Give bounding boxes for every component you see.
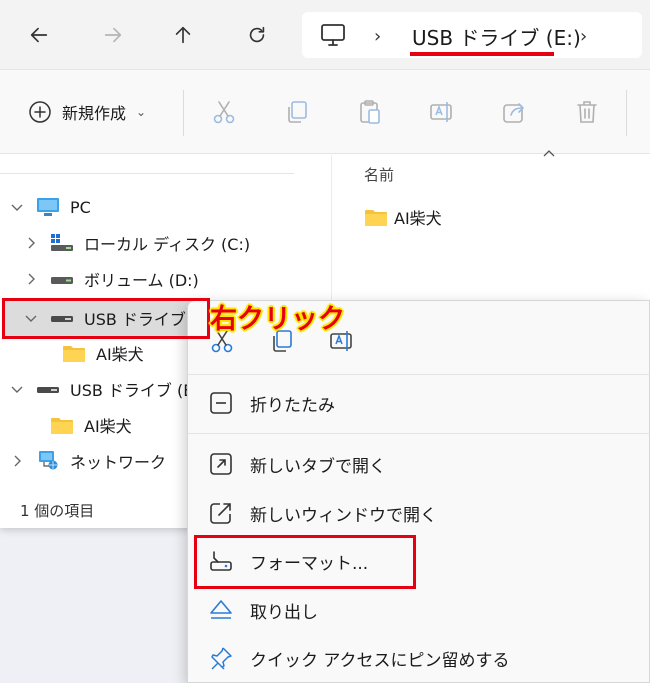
toolbar-divider-right <box>626 90 627 136</box>
folder-icon <box>365 210 387 226</box>
arrow-left-icon <box>30 27 48 43</box>
open-new-tab-icon <box>208 451 234 477</box>
share-button[interactable] <box>500 98 528 126</box>
toolbar-divider <box>183 90 184 136</box>
highlight-box-usb-drive <box>2 298 210 339</box>
folder-icon <box>51 418 73 434</box>
annotation-right-click: 右クリック <box>210 304 345 335</box>
delete-button[interactable] <box>573 98 601 126</box>
eject-icon <box>208 597 234 623</box>
new-button[interactable]: 新規作成 ⌄ <box>28 98 146 126</box>
new-button-label: 新規作成 <box>62 104 127 123</box>
menu-item-open-new-window[interactable]: 新しいウィンドウで開く <box>188 490 650 536</box>
sidebar-item-label: AI柴犬 <box>96 345 144 364</box>
rename-icon <box>430 102 452 122</box>
plus-circle-icon <box>29 101 51 123</box>
rename-button[interactable] <box>428 98 456 126</box>
menu-item-pin-quick-access[interactable]: クイック アクセスにピン留めする <box>188 635 650 681</box>
sidebar-item-label: ローカル ディスク (C:) <box>84 235 251 254</box>
sidebar-item-pc[interactable]: PC <box>0 190 332 224</box>
chevron-right-icon[interactable] <box>24 236 38 250</box>
menu-item-label: 折りたたみ <box>250 395 335 416</box>
breadcrumb-separator-end[interactable]: › <box>580 26 587 47</box>
chevron-down-icon[interactable] <box>10 382 24 396</box>
forward-button[interactable] <box>96 18 130 52</box>
paste-button[interactable] <box>356 98 384 126</box>
menu-item-label: クイック アクセスにピン留めする <box>250 650 510 671</box>
sidebar-item-label: AI柴犬 <box>84 417 132 436</box>
arrow-right-icon <box>104 27 122 43</box>
file-list-item[interactable]: AI柴犬 <box>364 205 442 229</box>
menu-separator <box>188 374 650 375</box>
arrow-up-icon <box>175 26 191 44</box>
pc-icon <box>37 198 59 216</box>
breadcrumb-separator[interactable]: › <box>374 26 381 47</box>
address-bar[interactable]: › USB ドライブ (E:) › <box>302 12 642 58</box>
local-disk-icon <box>51 234 73 251</box>
sidebar-item-volume-d[interactable]: ボリューム (D:) <box>0 262 332 296</box>
share-icon <box>503 103 524 123</box>
refresh-button[interactable] <box>240 18 274 52</box>
sidebar-item-label: ネットワーク <box>70 453 167 472</box>
chevron-down-icon: ⌄ <box>136 105 147 119</box>
cut-button[interactable] <box>210 98 238 126</box>
delete-icon <box>577 101 597 123</box>
navigation-bar: › USB ドライブ (E:) › <box>0 0 650 70</box>
up-button[interactable] <box>166 18 200 52</box>
sidebar-item-local-disk[interactable]: ローカル ディスク (C:) <box>0 226 332 260</box>
copy-button[interactable] <box>283 98 311 126</box>
network-icon <box>39 451 58 470</box>
chevron-right-icon[interactable] <box>10 454 24 468</box>
copy-icon <box>288 101 307 123</box>
sidebar-item-label: USB ドライブ (E:) <box>70 381 206 400</box>
context-menu: 折りたたみ 新しいタブで開く 新しいウィンドウで開く フォーマット... 取り出… <box>187 300 650 683</box>
monitor-icon[interactable] <box>320 23 346 47</box>
menu-item-label: 取り出し <box>250 602 318 623</box>
menu-item-eject[interactable]: 取り出し <box>188 587 650 633</box>
file-list-item-label: AI柴犬 <box>394 209 442 228</box>
column-header-name[interactable]: 名前 <box>364 164 394 185</box>
status-bar-text: 1 個の項目 <box>20 502 95 520</box>
drive-icon <box>51 277 73 284</box>
pane-divider <box>0 173 294 174</box>
chevron-right-icon[interactable] <box>24 272 38 286</box>
highlight-box-format <box>194 535 416 589</box>
sort-ascending-icon[interactable] <box>542 148 556 158</box>
menu-separator <box>188 433 650 434</box>
menu-item-open-new-tab[interactable]: 新しいタブで開く <box>188 441 650 487</box>
usb-drive-icon <box>37 387 59 393</box>
menu-item-label: 新しいウィンドウで開く <box>250 505 437 526</box>
paste-icon <box>360 100 380 124</box>
cut-icon <box>213 101 235 124</box>
collapse-icon <box>208 390 234 416</box>
refresh-icon <box>249 26 265 43</box>
menu-item-label: 新しいタブで開く <box>250 456 386 477</box>
pin-icon <box>208 645 234 671</box>
sidebar-item-label: ボリューム (D:) <box>84 271 199 290</box>
folder-icon <box>63 346 85 362</box>
back-button[interactable] <box>22 18 56 52</box>
open-new-window-icon <box>208 500 234 526</box>
menu-item-collapse[interactable]: 折りたたみ <box>188 380 650 426</box>
command-bar: 新規作成 ⌄ <box>0 70 650 154</box>
highlight-underline <box>410 52 554 56</box>
breadcrumb-current[interactable]: USB ドライブ (E:) <box>412 22 581 51</box>
chevron-down-icon[interactable] <box>10 200 24 214</box>
sidebar-item-label: PC <box>70 197 91 217</box>
